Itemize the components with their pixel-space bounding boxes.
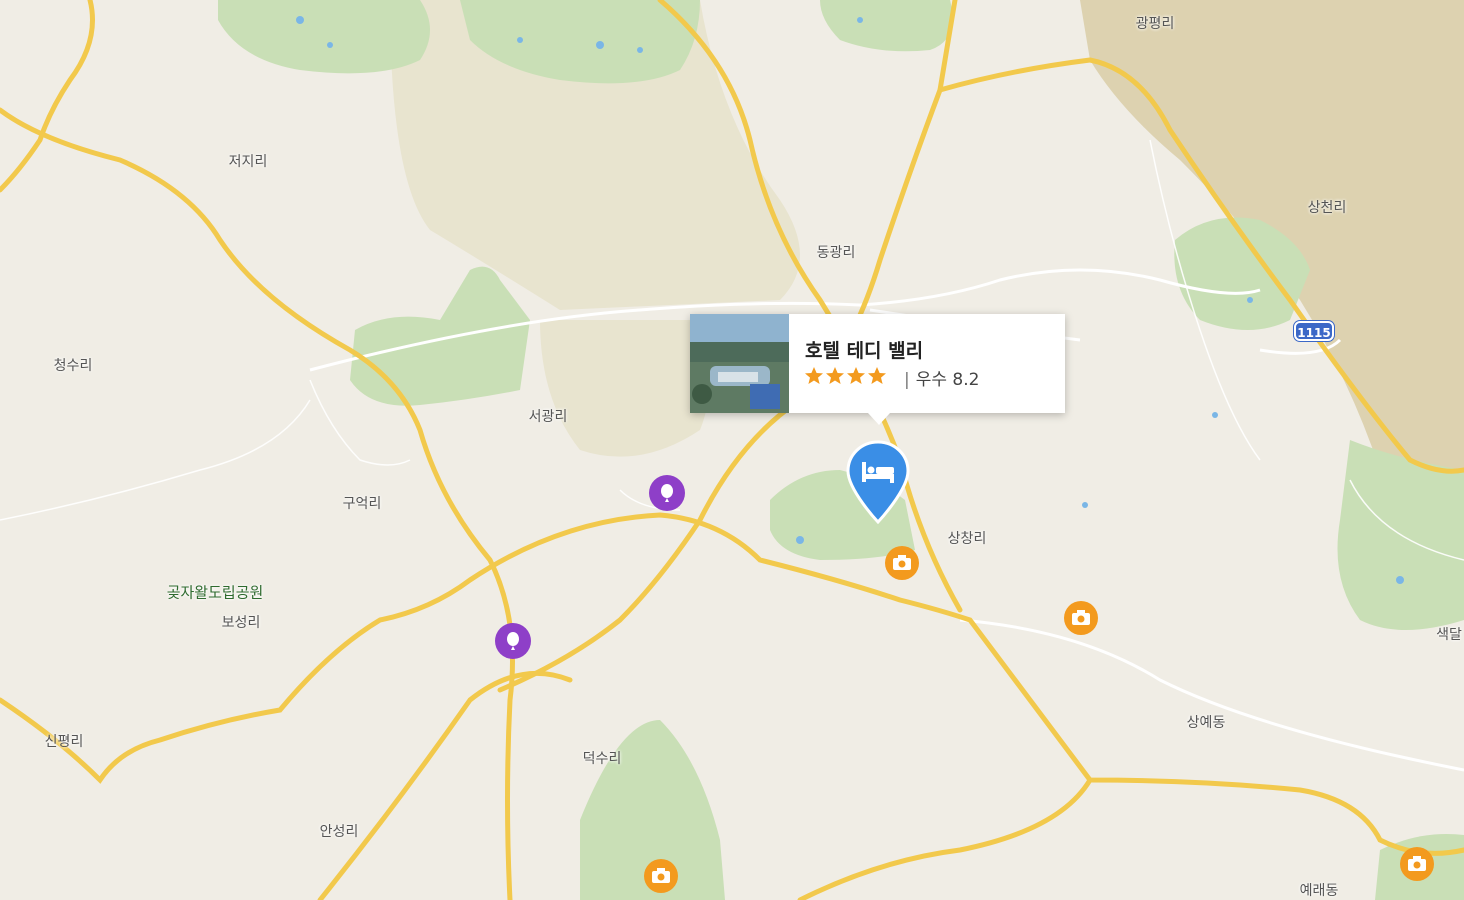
- place-label-yerae-dong: 예래동: [1299, 883, 1339, 899]
- place-label-boseong-ri: 보성리: [221, 615, 261, 631]
- bed-icon: [846, 440, 910, 525]
- rating-label: 우수: [915, 370, 948, 390]
- star-icon: [805, 367, 823, 384]
- map-canvas[interactable]: [0, 0, 1464, 900]
- place-label-sangcheon-ri: 상천리: [1307, 200, 1347, 216]
- star-icon: [868, 367, 886, 384]
- place-label-gwangpyeong-ri: 광평리: [1135, 16, 1175, 32]
- photo-marker[interactable]: [644, 859, 678, 893]
- star-icon: [826, 367, 844, 384]
- poi-marker[interactable]: [495, 623, 531, 659]
- place-label-sinpyeong-ri: 신평리: [44, 734, 84, 750]
- place-label-anseong-ri: 안성리: [319, 824, 359, 840]
- camera-icon: [893, 555, 911, 570]
- hotel-name: 호텔 테디 밸리: [805, 340, 924, 362]
- hotel-thumbnail[interactable]: [690, 314, 789, 413]
- place-label-sangchang-ri: 상창리: [947, 531, 987, 547]
- rating-separator: |: [904, 370, 910, 390]
- balloon-icon: [507, 632, 519, 650]
- place-label-gotjawal-park: 곶자왈도립공원: [166, 583, 264, 602]
- place-label-cheongsu-ri: 청수리: [53, 358, 93, 374]
- hotel-info-popup[interactable]: 호텔 테디 밸리 | 우수 8.2: [690, 314, 1065, 425]
- route-shield-1115: 1115: [1294, 321, 1334, 341]
- camera-icon: [1408, 856, 1426, 871]
- star-icon: [847, 367, 865, 384]
- poi-marker[interactable]: [649, 475, 685, 511]
- place-label-jeoji-ri: 저지리: [228, 154, 268, 170]
- camera-icon: [652, 868, 670, 883]
- star-rating: [804, 366, 887, 388]
- hotel-map-pin[interactable]: [846, 440, 910, 525]
- place-label-sangye-dong: 상예동: [1186, 715, 1226, 731]
- photo-marker[interactable]: [1064, 601, 1098, 635]
- rating-score: 8.2: [952, 370, 980, 390]
- rating-summary: | 우수 8.2: [904, 365, 979, 390]
- camera-icon: [1072, 610, 1090, 625]
- place-label-deoksu-ri: 덕수리: [582, 751, 622, 767]
- balloon-icon: [661, 484, 673, 502]
- place-label-saekdal: 색달: [1436, 627, 1462, 643]
- place-label-seogwang-ri: 서광리: [528, 409, 568, 425]
- place-label-gueok-ri: 구억리: [342, 496, 382, 512]
- place-label-donggwang-ri: 동광리: [816, 245, 856, 261]
- photo-marker[interactable]: [885, 546, 919, 580]
- photo-marker[interactable]: [1400, 847, 1434, 881]
